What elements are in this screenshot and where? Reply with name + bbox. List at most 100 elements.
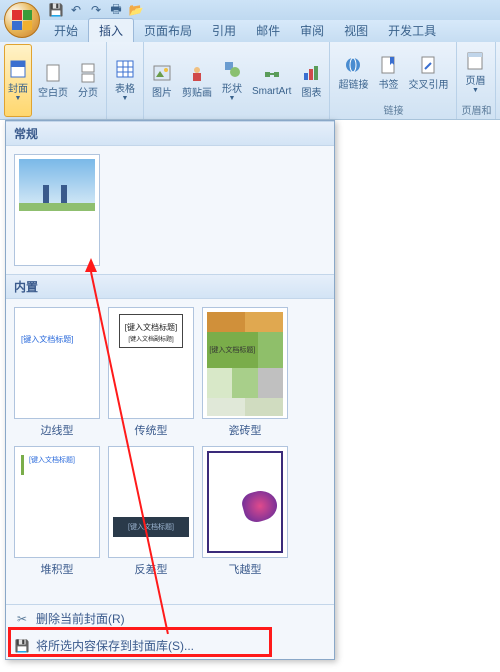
header-button[interactable]: 页眉▼ [461,44,489,101]
tab-pagelayout[interactable]: 页面布局 [134,19,202,42]
smartart-icon [262,65,282,85]
tab-references[interactable]: 引用 [202,19,246,42]
thumb-label: 反差型 [135,561,168,577]
bookmark-button[interactable]: 书签 [374,44,402,101]
save-icon[interactable]: 💾 [48,2,64,18]
shapes-button[interactable]: 形状▼ [218,44,246,117]
undo-icon[interactable]: ↶ [68,2,84,18]
chart-button[interactable]: 图表 [297,44,325,117]
tab-mailings[interactable]: 邮件 [246,19,290,42]
blank-page-label: 空白页 [38,84,68,99]
gallery-item-traditional[interactable]: [键入文档标题][键入文档副标题] 传统型 [108,307,194,438]
group-pages: 封面 ▼ 空白页 分页 [0,42,107,119]
crossref-icon [418,55,438,75]
page-break-button[interactable]: 分页 [74,44,102,117]
office-button[interactable] [4,2,40,38]
remove-cover-menuitem[interactable]: ✂ 删除当前封面(R) [6,605,334,632]
group-illustrations: 图片 剪贴画 形状▼ SmartArt 图表 [144,42,330,119]
save-to-gallery-label: 将所选内容保存到封面库(S)... [36,637,194,654]
chevron-down-icon: ▼ [122,95,129,102]
title-bar: 💾 ↶ ↷ 🖶 📂 [0,0,500,20]
group-headerfooter: 页眉▼ 页眉和 [457,42,496,119]
table-label: 表格 [115,80,135,95]
ribbon: 封面 ▼ 空白页 分页 表格 ▼ 图片 剪贴画 形状▼ [0,42,500,120]
thumb-text: [键入文档标题] [29,455,75,465]
group-hf-label: 页眉和 [461,101,491,117]
cover-page-icon [8,59,28,79]
chart-icon [301,63,321,83]
gallery-item-general-1[interactable] [14,154,100,266]
page-break-icon [78,63,98,83]
remove-cover-label: 删除当前封面(R) [36,610,125,627]
clipart-icon [187,63,207,83]
thumb-text: [键入文档标题] [21,334,73,345]
smartart-label: SmartArt [252,86,291,97]
tab-developer[interactable]: 开发工具 [378,19,446,42]
shapes-icon [222,59,242,79]
tab-view[interactable]: 视图 [334,19,378,42]
picture-button[interactable]: 图片 [148,44,176,117]
thumb-label: 传统型 [135,422,168,438]
thumb-label: 边线型 [41,422,74,438]
chevron-down-icon: ▼ [472,87,479,94]
thumb-label: 瓷砖型 [229,422,262,438]
office-logo-icon [12,10,32,30]
group-links: 超链接 书签 交叉引用 链接 [330,42,457,119]
open-icon[interactable]: 📂 [128,2,144,18]
blank-page-button[interactable]: 空白页 [34,44,72,117]
hyperlink-icon [343,55,363,75]
gallery-item-fly[interactable]: 飞越型 [202,446,288,577]
bookmark-label: 书签 [378,76,398,91]
group-links-label: 链接 [334,101,452,117]
shapes-label: 形状 [222,80,242,95]
chevron-down-icon: ▼ [229,95,236,102]
ribbon-tabs: 开始 插入 页面布局 引用 邮件 审阅 视图 开发工具 [0,20,500,42]
tab-home[interactable]: 开始 [44,19,88,42]
hyperlink-label: 超链接 [338,76,368,91]
bookmark-icon [378,55,398,75]
thumb-label: 飞越型 [229,561,262,577]
picture-label: 图片 [152,84,172,99]
chevron-down-icon: ▼ [15,95,22,102]
clipart-label: 剪贴画 [182,84,212,99]
dropdown-footer: ✂ 删除当前封面(R) 💾 将所选内容保存到封面库(S)... [6,604,334,659]
remove-icon: ✂ [14,611,30,627]
blank-page-icon [43,63,63,83]
section-builtin-header: 内置 [6,274,334,299]
gallery-item-stack[interactable]: [键入文档标题] 堆积型 [14,446,100,577]
table-icon [115,59,135,79]
header-icon [465,51,485,71]
crossref-button[interactable]: 交叉引用 [404,44,452,101]
gallery-builtin: [键入文档标题] 边线型 [键入文档标题][键入文档副标题] 传统型 [键入文档… [6,299,334,585]
page-break-label: 分页 [78,84,98,99]
header-label: 页眉 [465,72,485,87]
gallery-item-tiles[interactable]: [键入文档标题] 瓷砖型 [202,307,288,438]
cover-page-label: 封面 [8,80,28,95]
thumb-subtext: [键入文档副标题] [109,334,193,343]
gallery-item-contrast[interactable]: [键入文档标题] 反差型 [108,446,194,577]
smartart-button[interactable]: SmartArt [248,44,295,117]
redo-icon[interactable]: ↷ [88,2,104,18]
gallery-general [6,146,334,274]
gallery-item-border[interactable]: [键入文档标题] 边线型 [14,307,100,438]
crossref-label: 交叉引用 [408,76,448,91]
quick-access-toolbar: 💾 ↶ ↷ 🖶 📂 [48,2,144,18]
cover-page-dropdown: 常规 内置 [键入文档标题] 边线型 [键入文档标题][键入文档副标题] 传统型… [5,120,335,660]
group-tables: 表格 ▼ [107,42,144,119]
picture-icon [152,63,172,83]
cover-page-button[interactable]: 封面 ▼ [4,44,32,117]
thumb-text: [键入文档标题] [113,517,189,537]
thumb-text: [键入文档标题] [207,332,258,368]
section-general-header: 常规 [6,121,334,146]
chart-label: 图表 [301,84,321,99]
save-gallery-icon: 💾 [14,638,30,654]
print-icon[interactable]: 🖶 [108,2,124,18]
save-to-gallery-menuitem[interactable]: 💾 将所选内容保存到封面库(S)... [6,632,334,659]
hyperlink-button[interactable]: 超链接 [334,44,372,101]
tab-review[interactable]: 审阅 [290,19,334,42]
table-button[interactable]: 表格 ▼ [111,44,139,117]
clipart-button[interactable]: 剪贴画 [178,44,216,117]
thumb-label: 堆积型 [41,561,74,577]
tab-insert[interactable]: 插入 [88,18,134,42]
thumb-text: [键入文档标题] [109,322,193,333]
